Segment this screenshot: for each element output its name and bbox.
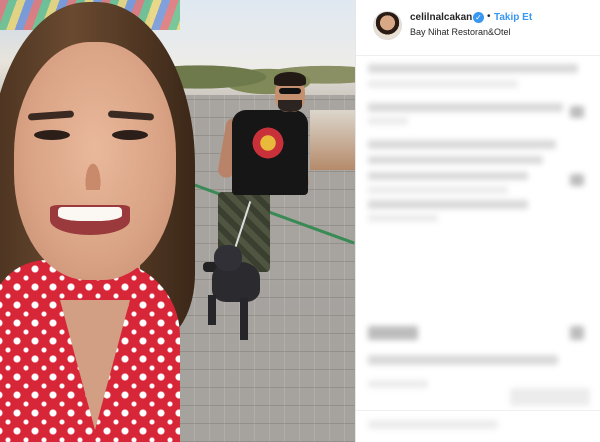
dog-head [214,245,242,271]
blurred-like-icon [570,106,584,118]
blurred-comment-line [368,214,438,222]
blurred-comment-line [368,117,408,125]
dog-leg [240,298,248,340]
footer-divider [356,410,600,411]
blurred-comment-line [368,172,528,180]
header-separator: • [487,11,491,22]
blurred-likes-line [368,355,558,365]
dog-leg [208,295,216,325]
blurred-watermark [510,388,590,406]
blurred-like-icon [570,174,584,186]
blurred-caption-line [368,64,578,73]
profile-username[interactable]: celilnalcakan [410,12,472,23]
background-stall [310,110,355,170]
blurred-comment-line [368,103,563,112]
blurred-comment-line [368,186,508,194]
shirt-print [250,125,286,161]
verified-badge-icon: ✓ [473,12,484,23]
blurred-comment-line [368,200,528,209]
blurred-add-comment [368,420,498,429]
follow-button[interactable]: Takip Et [494,12,532,23]
blurred-comment-line [368,156,543,164]
profile-avatar[interactable] [373,11,402,40]
blurred-action-icons [368,326,418,340]
blurred-bookmark-icon [570,326,584,340]
sunglasses [279,88,301,94]
man-beard [278,100,302,112]
man-hair [274,72,306,86]
blurred-caption-line [368,80,518,88]
blurred-comment-line [368,140,556,149]
woman-teeth [58,207,122,221]
trees [160,50,355,95]
blurred-timestamp [368,380,428,388]
post-location[interactable]: Bay Nihat Restoran&Otel [410,27,511,37]
post-photo[interactable] [0,0,355,442]
panel-divider [355,0,356,442]
woman-right-eye [112,130,148,140]
woman-left-eye [34,130,70,140]
woman-nose [80,150,106,190]
header-divider [356,55,600,56]
